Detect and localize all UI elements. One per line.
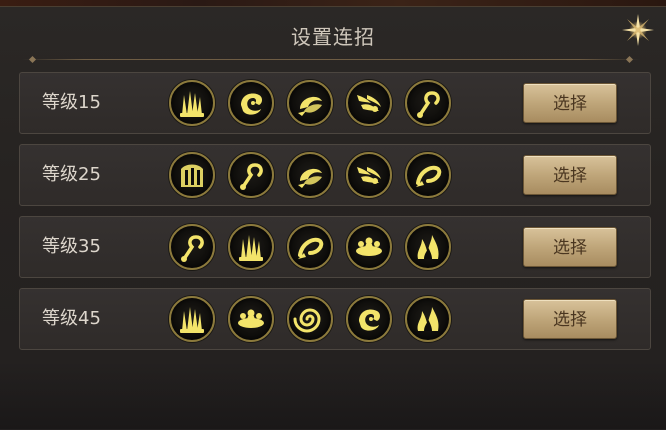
level-label: 等级35 bbox=[42, 236, 101, 257]
select-button[interactable]: 选择 bbox=[523, 155, 617, 195]
hook-strike-icon[interactable] bbox=[405, 80, 451, 126]
level-label: 等级45 bbox=[42, 308, 101, 329]
dragon-head-icon[interactable] bbox=[228, 80, 274, 126]
combo-row-level-45: 等级45 选择 bbox=[19, 288, 651, 350]
hook-strike-icon[interactable] bbox=[228, 152, 274, 198]
select-button[interactable]: 选择 bbox=[523, 83, 617, 123]
flame-dash-icon[interactable] bbox=[346, 152, 392, 198]
combo-row-level-25: 等级25 选择 bbox=[19, 144, 651, 206]
dialog-title: 设置连招 bbox=[291, 25, 375, 49]
vortex-icon[interactable] bbox=[287, 296, 333, 342]
spikes-burst-icon[interactable] bbox=[228, 224, 274, 270]
close-star-icon[interactable] bbox=[618, 10, 658, 50]
fire-burst-icon[interactable] bbox=[405, 296, 451, 342]
pillar-shield-icon[interactable] bbox=[169, 152, 215, 198]
swirl-slash-icon[interactable] bbox=[405, 152, 451, 198]
shell-strike-icon[interactable] bbox=[287, 152, 333, 198]
bottom-shade bbox=[0, 360, 666, 429]
level-label: 等级25 bbox=[42, 164, 101, 185]
combo-row-level-15: 等级15 选择 bbox=[19, 72, 651, 134]
title-divider bbox=[22, 59, 640, 60]
dragon-head-icon[interactable] bbox=[346, 296, 392, 342]
select-button[interactable]: 选择 bbox=[523, 227, 617, 267]
flame-dash-icon[interactable] bbox=[346, 80, 392, 126]
fire-burst-icon[interactable] bbox=[405, 224, 451, 270]
combo-row-level-35: 等级35 选择 bbox=[19, 216, 651, 278]
level-label: 等级15 bbox=[42, 92, 101, 113]
spikes-burst-icon[interactable] bbox=[169, 80, 215, 126]
shell-strike-icon[interactable] bbox=[287, 80, 333, 126]
hook-strike-icon[interactable] bbox=[169, 224, 215, 270]
ground-shock-icon[interactable] bbox=[228, 296, 274, 342]
ground-shock-icon[interactable] bbox=[346, 224, 392, 270]
spikes-burst-icon[interactable] bbox=[169, 296, 215, 342]
swirl-slash-icon[interactable] bbox=[287, 224, 333, 270]
select-button[interactable]: 选择 bbox=[523, 299, 617, 339]
